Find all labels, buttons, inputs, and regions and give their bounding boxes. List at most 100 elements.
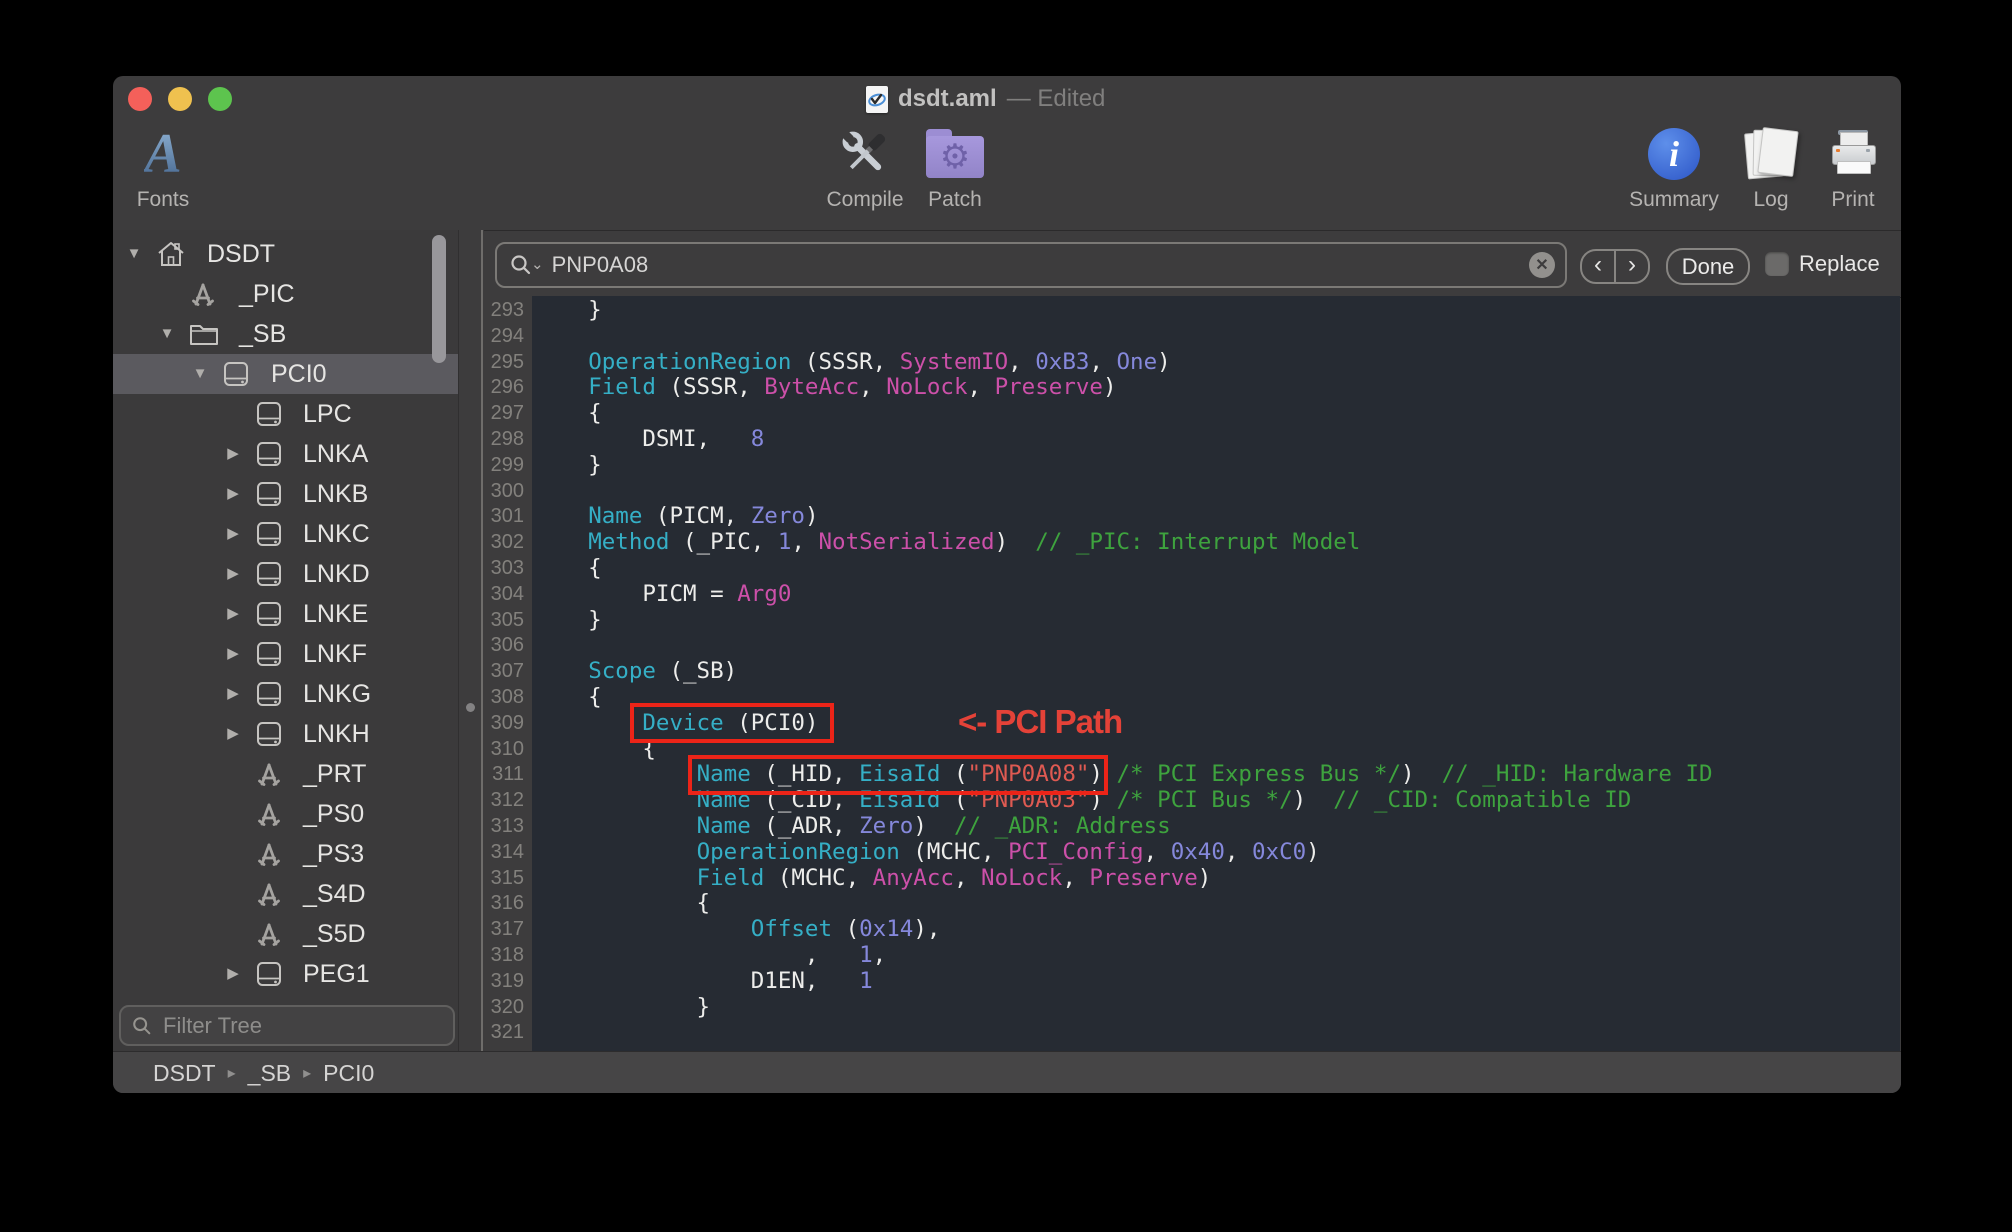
done-button[interactable]: Done (1666, 248, 1750, 285)
annotation-box-hid-pnp0a08 (688, 755, 1108, 795)
search-menu-chevron-icon[interactable]: ⌄ (531, 255, 544, 273)
sidebar-item-_s4d[interactable]: _S4D (113, 874, 458, 914)
close-button[interactable] (128, 87, 152, 111)
disclosure-closed-icon[interactable]: ▶ (224, 514, 242, 554)
sidebar-item-_sb[interactable]: ▼_SB (113, 314, 458, 354)
code-line (534, 479, 1900, 505)
search-input[interactable]: ⌄ PNP0A08 ✕ (495, 242, 1567, 288)
line-number: 307 (483, 659, 532, 685)
method-icon (254, 759, 284, 794)
line-number: 311 (483, 762, 532, 788)
tree-item-label: LNKC (303, 514, 370, 554)
disclosure-closed-icon[interactable]: ▶ (224, 674, 242, 714)
code-line: Name (PICM, Zero) (534, 504, 1900, 530)
device-icon (254, 439, 284, 474)
disclosure-open-icon[interactable]: ▼ (158, 314, 176, 354)
method-icon (254, 799, 284, 834)
patch-button[interactable]: ⚙ Patch (909, 124, 1001, 212)
log-pages-icon (1744, 126, 1798, 182)
line-number: 300 (483, 479, 532, 505)
breadcrumb-separator-icon: ▸ (228, 1063, 236, 1083)
device-icon (254, 599, 284, 634)
sidebar-item-peg1[interactable]: ▶ PEG1 (113, 954, 458, 994)
sidebar-item-lnkf[interactable]: ▶ LNKF (113, 634, 458, 674)
tree-item-label: _PRT (303, 754, 366, 794)
disclosure-closed-icon[interactable]: ▶ (224, 554, 242, 594)
line-number-gutter: 2932942952962972982993003013023033043053… (483, 296, 532, 1051)
sidebar-item-lnkd[interactable]: ▶LNKD (113, 554, 458, 594)
gear-icon: ⚙ (940, 140, 970, 174)
code-text[interactable]: } OperationRegion (SSSR, SystemIO, 0xB3,… (532, 298, 1900, 1046)
search-query-text[interactable]: PNP0A08 (552, 252, 1529, 278)
disclosure-closed-icon[interactable]: ▶ (224, 634, 242, 674)
minimize-button[interactable] (168, 87, 192, 111)
sidebar-item-lpc[interactable]: LPC (113, 394, 458, 434)
sidebar-scrollbar-thumb[interactable] (432, 235, 446, 363)
line-number: 312 (483, 788, 532, 814)
disclosure-closed-icon[interactable]: ▶ (224, 474, 242, 514)
print-button[interactable]: Print (1809, 124, 1897, 212)
tree-item-label: _S5D (303, 914, 366, 954)
divider-handle-dot[interactable] (466, 703, 475, 712)
disclosure-open-icon[interactable]: ▼ (191, 354, 209, 394)
sidebar-item-dsdt[interactable]: ▼DSDT (113, 234, 458, 274)
disclosure-closed-icon[interactable]: ▶ (224, 714, 242, 754)
line-number: 303 (483, 556, 532, 582)
device-icon (254, 479, 284, 514)
line-number: 296 (483, 375, 532, 401)
clear-search-icon[interactable]: ✕ (1529, 252, 1555, 278)
breadcrumb-separator-icon: ▸ (303, 1063, 311, 1083)
line-number: 302 (483, 530, 532, 556)
sidebar-item-lnkh[interactable]: ▶ LNKH (113, 714, 458, 754)
desktop-background: dsdt.aml — Edited A Fonts (0, 0, 2012, 1232)
sidebar-item-lnke[interactable]: ▶LNKE (113, 594, 458, 634)
disclosure-open-icon[interactable]: ▼ (125, 234, 143, 274)
device-icon (254, 399, 284, 434)
line-number: 301 (483, 504, 532, 530)
code-editor[interactable]: 2932942952962972982993003013023033043053… (483, 296, 1900, 1051)
line-number: 298 (483, 427, 532, 453)
sidebar-item-lnkb[interactable]: ▶LNKB (113, 474, 458, 514)
find-next-button[interactable]: › (1616, 251, 1648, 282)
code-line (534, 633, 1900, 659)
find-previous-button[interactable]: ‹ (1582, 251, 1616, 282)
sidebar-item-pci0[interactable]: ▼PCI0 (113, 354, 458, 394)
disclosure-closed-icon[interactable]: ▶ (224, 594, 242, 634)
sidebar-item-_ps3[interactable]: _PS3 (113, 834, 458, 874)
symbol-tree-sidebar: ▼DSDT_PIC▼_SB▼PCI0LPC▶LNKA▶LNKB▶LNKC▶LNK… (113, 230, 458, 1051)
filter-tree-field[interactable] (119, 1005, 455, 1046)
document-icon (866, 86, 888, 113)
tree-item-label: _PS0 (303, 794, 364, 834)
sidebar-item-_ps0[interactable]: _PS0 (113, 794, 458, 834)
line-number: 314 (483, 840, 532, 866)
disclosure-closed-icon[interactable]: ▶ (224, 954, 242, 994)
line-number: 294 (483, 324, 532, 350)
sidebar-item-_pic[interactable]: _PIC (113, 274, 458, 314)
sidebar-item-_s5d[interactable]: _S5D (113, 914, 458, 954)
sidebar-item-_prt[interactable]: _PRT (113, 754, 458, 794)
sidebar-item-lnkg[interactable]: ▶LNKG (113, 674, 458, 714)
tree-item-label: _PIC (239, 274, 295, 314)
fonts-button[interactable]: A Fonts (121, 124, 205, 212)
pane-divider[interactable] (458, 230, 484, 1051)
summary-button[interactable]: i Summary (1626, 124, 1722, 212)
zoom-button[interactable] (208, 87, 232, 111)
search-icon[interactable] (509, 253, 533, 277)
line-number: 316 (483, 891, 532, 917)
filter-tree-input[interactable] (161, 1012, 453, 1040)
replace-checkbox[interactable] (1765, 252, 1789, 276)
sidebar-item-lnkc[interactable]: ▶ LNKC (113, 514, 458, 554)
code-line: Name (_ADR, Zero) // _ADR: Address (534, 814, 1900, 840)
device-icon (254, 559, 284, 594)
find-prev-next-control: ‹ › (1580, 249, 1650, 284)
sidebar-item-lnka[interactable]: ▶LNKA (113, 434, 458, 474)
compile-button[interactable]: Compile (819, 124, 911, 212)
log-button[interactable]: Log (1727, 124, 1815, 212)
device-icon (254, 519, 284, 554)
tree-item-label: LNKF (303, 634, 367, 674)
annotation-pci-path-label: <- PCI Path (958, 703, 1122, 741)
tree-item-label: LNKH (303, 714, 370, 754)
tree-item-label: PEG1 (303, 954, 370, 994)
disclosure-closed-icon[interactable]: ▶ (224, 434, 242, 474)
line-number: 299 (483, 453, 532, 479)
